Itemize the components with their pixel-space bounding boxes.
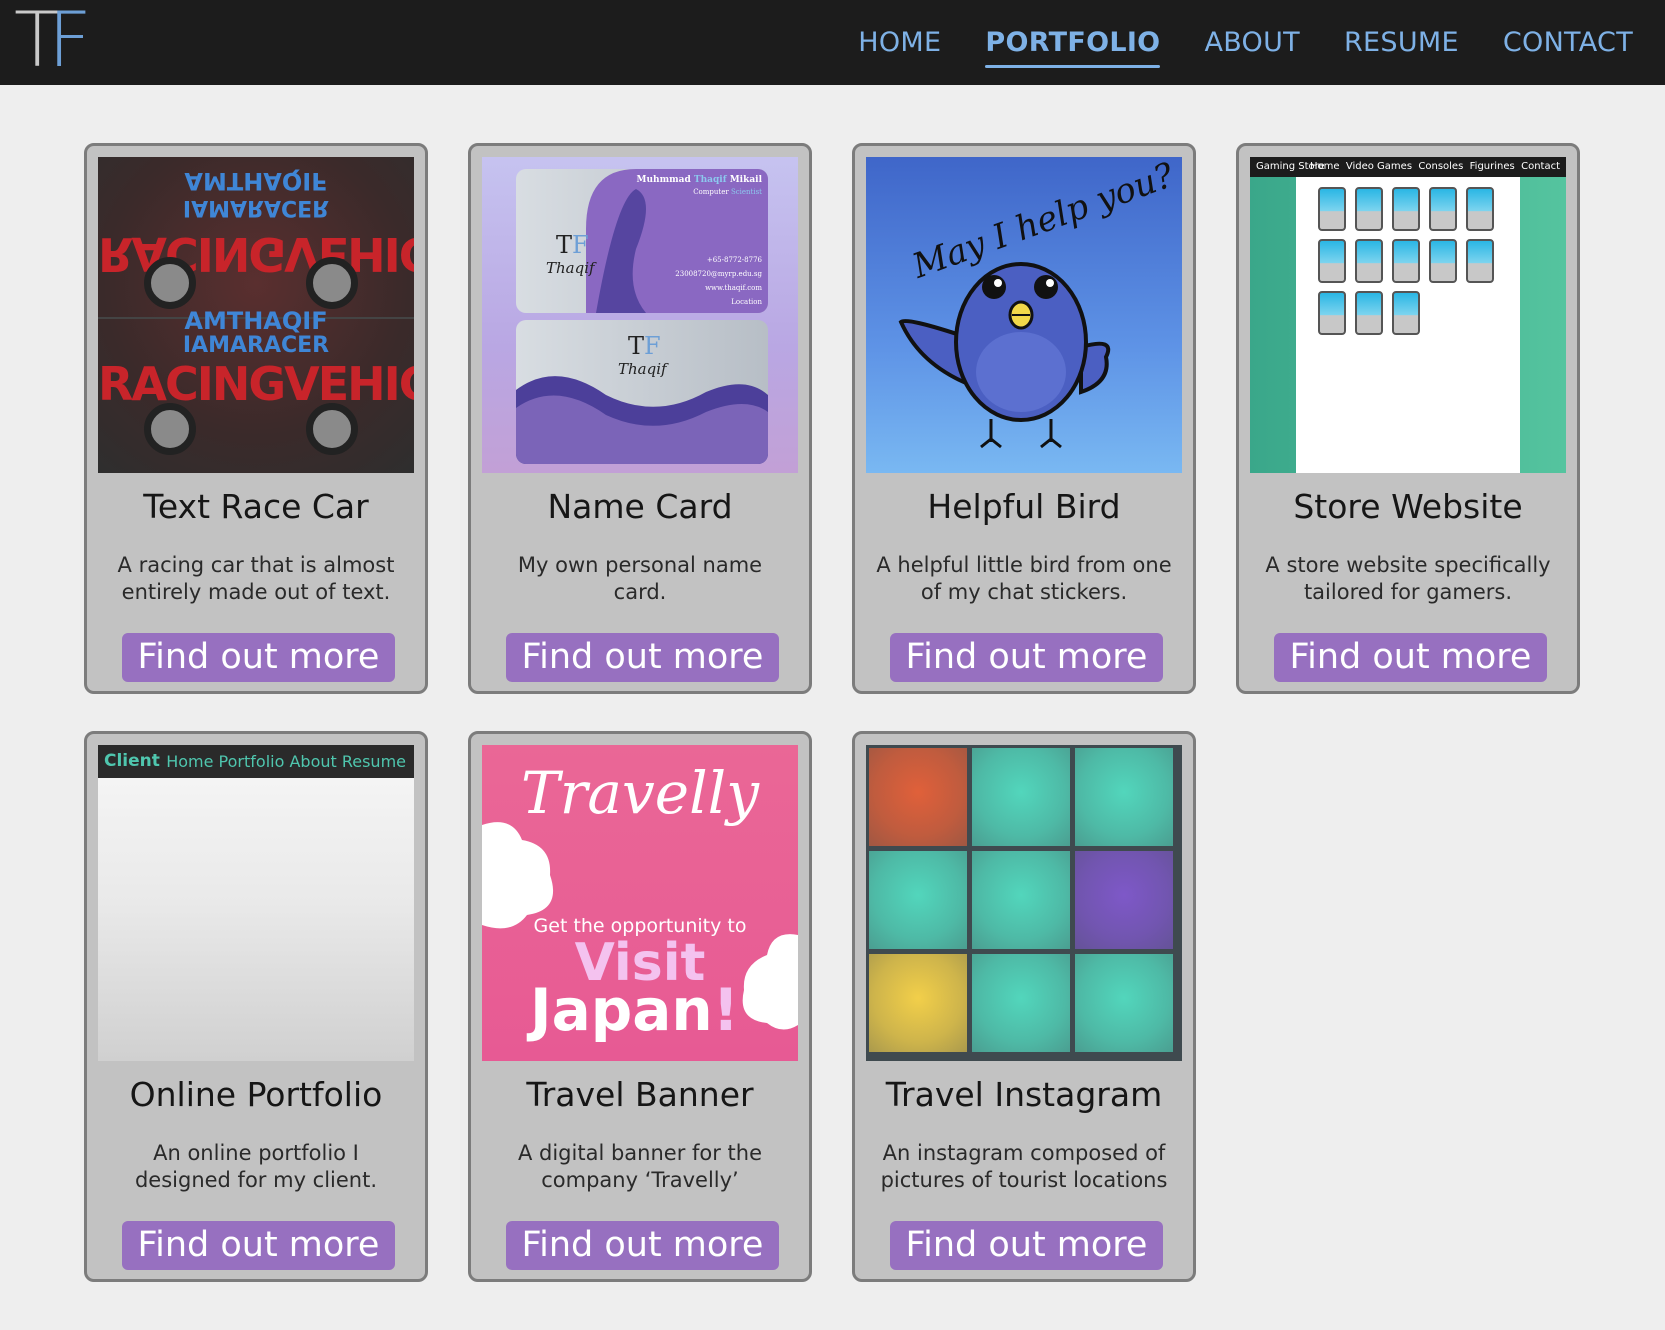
instagram-tile <box>869 851 967 949</box>
name-card-logo: TF <box>556 231 589 259</box>
store-nav-bar: Gaming Store Home Video Games Consoles F… <box>1250 157 1566 177</box>
nav-contact[interactable]: CONTACT <box>1503 27 1633 58</box>
card-description: An instagram composed of pictures of tou… <box>880 1141 1168 1192</box>
card-title: Text Race Car <box>143 487 369 526</box>
find-out-more-button[interactable]: Find out more <box>506 1221 779 1270</box>
name-card-back-logo: TF <box>628 332 661 360</box>
name-card-front: TF Thaqif Muhmmad Thaqif Mikail Computer… <box>516 169 768 313</box>
product-icon <box>1355 187 1383 231</box>
card-title: Travel Banner <box>526 1075 754 1114</box>
store-links: Home Video Games Consoles Figurines Cont… <box>1309 161 1560 172</box>
banner-japan: Japan! <box>530 976 740 1044</box>
top-nav-bar: T F HOME PORTFOLIO ABOUT RESUME CONTACT <box>0 0 1665 85</box>
name-card-back-signature: Thaqif <box>618 360 667 378</box>
product-icon <box>1318 291 1346 335</box>
race-text-top-1: AMTHAQIF <box>184 167 328 195</box>
instagram-tile <box>1075 954 1173 1052</box>
name-card-signature: Thaqif <box>546 259 595 277</box>
find-out-more-button[interactable]: Find out more <box>890 633 1163 682</box>
product-icon <box>1466 239 1494 283</box>
travel-banner-thumbnail[interactable]: Travelly Get the opportunity to Visit Ja… <box>482 745 798 1061</box>
product-icon <box>1318 187 1346 231</box>
name-card-thumbnail[interactable]: TF Thaqif Muhmmad Thaqif Mikail Computer… <box>482 157 798 473</box>
card-description: A helpful little bird from one of my cha… <box>876 553 1172 604</box>
card-title: Store Website <box>1293 487 1523 526</box>
find-out-more-button[interactable]: Find out more <box>506 633 779 682</box>
instagram-tile <box>972 748 1070 846</box>
wheel-icon <box>306 403 358 455</box>
wheel-icon <box>306 257 358 309</box>
card-title: Helpful Bird <box>927 487 1121 526</box>
helpful-bird-thumbnail[interactable]: May I help you? <box>866 157 1182 473</box>
instagram-tile <box>972 954 1070 1052</box>
travelly-brand: Travelly <box>521 759 759 827</box>
race-text-bottom-3: RACINGVEHICLE <box>98 357 414 411</box>
product-icon <box>1355 239 1383 283</box>
find-out-more-button[interactable]: Find out more <box>122 1221 395 1270</box>
portfolio-card-helpful-bird: May I help you? Helpful Bird A helpful l… <box>852 143 1196 694</box>
instagram-tile <box>869 954 967 1052</box>
site-logo[interactable]: T F <box>14 0 96 84</box>
product-icon <box>1429 239 1457 283</box>
portfolio-card-store-website: Gaming Store Home Video Games Consoles F… <box>1236 143 1580 694</box>
store-page <box>1296 177 1520 473</box>
nav-home[interactable]: HOME <box>858 27 941 58</box>
nav-resume[interactable]: RESUME <box>1344 27 1459 58</box>
find-out-more-button[interactable]: Find out more <box>890 1221 1163 1270</box>
product-icon <box>1466 187 1494 231</box>
portfolio-card-travel-banner: Travelly Get the opportunity to Visit Ja… <box>468 731 812 1282</box>
instagram-tile <box>972 851 1070 949</box>
find-out-more-button[interactable]: Find out more <box>122 633 395 682</box>
card-description: A digital banner for the company ‘Travel… <box>517 1141 763 1192</box>
card-title: Name Card <box>547 487 733 526</box>
travel-instagram-thumbnail[interactable] <box>866 745 1182 1061</box>
name-card-back: TF Thaqif <box>516 320 768 464</box>
card-description: A racing car that is almost entirely mad… <box>117 553 395 604</box>
race-car-thumbnail[interactable]: AMTHAQIF IAMARACER RACINGVEHICLE AMTHAQI… <box>98 157 414 473</box>
product-icon <box>1392 291 1420 335</box>
portfolio-card-text-race-car: AMTHAQIF IAMARACER RACINGVEHICLE AMTHAQI… <box>84 143 428 694</box>
product-icon <box>1355 291 1383 335</box>
online-portfolio-thumbnail[interactable]: Client Home Portfolio About Resume <box>98 745 414 1061</box>
name-card-role: Computer Scientist <box>693 188 762 196</box>
find-out-more-button[interactable]: Find out more <box>1274 633 1547 682</box>
nav-about[interactable]: ABOUT <box>1204 27 1300 58</box>
instagram-tile <box>1075 851 1173 949</box>
product-icon <box>1392 239 1420 283</box>
race-text-bottom-2: IAMARACER <box>182 333 330 358</box>
product-icon <box>1392 187 1420 231</box>
card-title: Travel Instagram <box>885 1075 1163 1114</box>
portfolio-card-name-card: TF Thaqif Muhmmad Thaqif Mikail Computer… <box>468 143 812 694</box>
name-card-contacts: +65-8772-8776 23008720@myrp.edu.sg www.t… <box>675 256 762 306</box>
logo-letter-f: F <box>48 0 92 84</box>
client-nav-bar: Client Home Portfolio About Resume <box>98 745 414 778</box>
product-icon <box>1429 187 1457 231</box>
portfolio-card-online-portfolio: Client Home Portfolio About Resume Onlin… <box>84 731 428 1282</box>
wheel-icon <box>144 257 196 309</box>
wheel-icon <box>144 403 196 455</box>
portfolio-card-travel-instagram: Travel Instagram An instagram composed o… <box>852 731 1196 1282</box>
instagram-tile <box>869 748 967 846</box>
nav-links: HOME PORTFOLIO ABOUT RESUME CONTACT <box>814 0 1633 85</box>
card-description: An online portfolio I designed for my cl… <box>134 1141 378 1192</box>
race-text-bottom-1: AMTHAQIF <box>184 307 328 335</box>
name-card-name: Muhmmad Thaqif Mikail <box>636 175 762 185</box>
race-text-top-2: IAMARACER <box>182 195 330 220</box>
card-description: A store website specifically tailored fo… <box>1265 553 1551 604</box>
card-title: Online Portfolio <box>129 1075 383 1114</box>
card-description: My own personal name card. <box>517 553 763 604</box>
store-website-thumbnail[interactable]: Gaming Store Home Video Games Consoles F… <box>1250 157 1566 473</box>
instagram-tile <box>1075 748 1173 846</box>
product-icon <box>1318 239 1346 283</box>
client-brand: Client <box>104 751 160 771</box>
client-links: Home Portfolio About Resume <box>166 752 406 771</box>
nav-portfolio[interactable]: PORTFOLIO <box>985 27 1161 68</box>
